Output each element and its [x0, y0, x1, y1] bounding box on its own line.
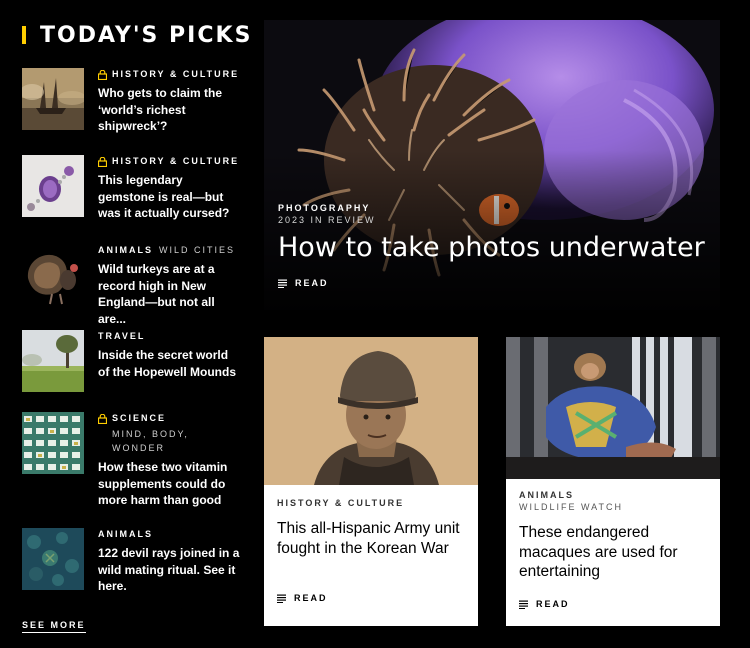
hero-kicker[interactable]: PHOTOGRAPHY [278, 202, 705, 214]
macaque-image [506, 337, 720, 479]
read-label: READ [536, 599, 570, 609]
pick-kicker[interactable]: HISTORY & CULTURE [98, 68, 242, 81]
see-more-link[interactable]: SEE MORE [22, 620, 86, 633]
pick-kicker[interactable]: ANIMALS [98, 528, 242, 541]
soldier-portrait-image [264, 337, 478, 485]
card-kicker[interactable]: HISTORY & CULTURE [277, 497, 469, 509]
card-headline[interactable]: This all-Hispanic Army unit fought in th… [277, 519, 469, 558]
read-button[interactable]: READ [277, 593, 328, 603]
pick-headline[interactable]: Who gets to claim the ‘world’s richest s… [98, 85, 242, 135]
pick-kicker[interactable]: TRAVEL [98, 330, 242, 343]
rays-image [22, 528, 84, 590]
section-title: TODAY'S PICKS [40, 22, 253, 48]
hero-feature[interactable]: PHOTOGRAPHY 2023 IN REVIEW How to take p… [264, 20, 720, 310]
card-kicker[interactable]: ANIMALS [519, 489, 711, 501]
turkey-image [22, 244, 84, 306]
pick-headline[interactable]: Wild turkeys are at a record high in New… [98, 261, 242, 327]
pick-thumbnail[interactable] [22, 68, 84, 130]
pick-thumbnail[interactable] [22, 155, 84, 217]
pills-image [22, 412, 84, 474]
read-button[interactable]: READ [519, 599, 570, 609]
section-header: TODAY'S PICKS [22, 20, 252, 50]
accent-bar [22, 26, 26, 44]
lock-icon [98, 156, 107, 167]
card-subkicker[interactable]: WILDLIFE WATCH [519, 501, 711, 513]
article-card[interactable]: ANIMALS WILDLIFE WATCH These endangered … [506, 337, 720, 626]
card-image[interactable] [506, 337, 720, 479]
article-icon [519, 600, 528, 609]
read-label: READ [294, 593, 328, 603]
card-headline[interactable]: These endangered macaques are used for e… [519, 523, 711, 582]
mounds-image [22, 330, 84, 392]
pick-thumbnail[interactable] [22, 412, 84, 474]
card-image[interactable] [264, 337, 478, 485]
article-icon [277, 594, 286, 603]
anemone-photo [264, 20, 720, 310]
pick-subkicker: MIND, BODY, WONDER [112, 429, 189, 453]
gemstone-image [22, 155, 84, 217]
pick-kicker-label: ANIMALS [98, 529, 153, 539]
pick-thumbnail[interactable] [22, 528, 84, 590]
pick-headline[interactable]: This legendary gemstone is real—but was … [98, 172, 242, 222]
hero-subkicker[interactable]: 2023 IN REVIEW [278, 214, 705, 226]
pick-headline[interactable]: How these two vitamin supplements could … [98, 459, 242, 509]
pick-kicker[interactable]: SCIENCE [98, 412, 242, 425]
pick-headline[interactable]: Inside the secret world of the Hopewell … [98, 347, 242, 380]
pick-kicker-label: SCIENCE [112, 413, 167, 423]
article-card[interactable]: HISTORY & CULTURE This all-Hispanic Army… [264, 337, 478, 626]
read-button[interactable]: READ [278, 278, 329, 288]
read-label: READ [295, 278, 329, 288]
pick-thumbnail[interactable] [22, 330, 84, 392]
pick-kicker[interactable]: ANIMALS WILD CITIES [98, 244, 242, 257]
hero-headline[interactable]: How to take photos underwater [278, 232, 705, 263]
lock-icon [98, 413, 107, 424]
pick-kicker-label: TRAVEL [98, 331, 146, 341]
pick-subkicker: WILD CITIES [159, 245, 236, 255]
pick-kicker-label: ANIMALS [98, 245, 153, 255]
pick-thumbnail[interactable] [22, 244, 84, 306]
lock-icon [98, 69, 107, 80]
pick-headline[interactable]: 122 devil rays joined in a wild mating r… [98, 545, 242, 595]
article-icon [278, 279, 287, 288]
pick-kicker-label: HISTORY & CULTURE [112, 69, 240, 79]
pick-kicker-label: HISTORY & CULTURE [112, 156, 240, 166]
pick-kicker[interactable]: HISTORY & CULTURE [98, 155, 242, 168]
ship-painting-image [22, 68, 84, 130]
